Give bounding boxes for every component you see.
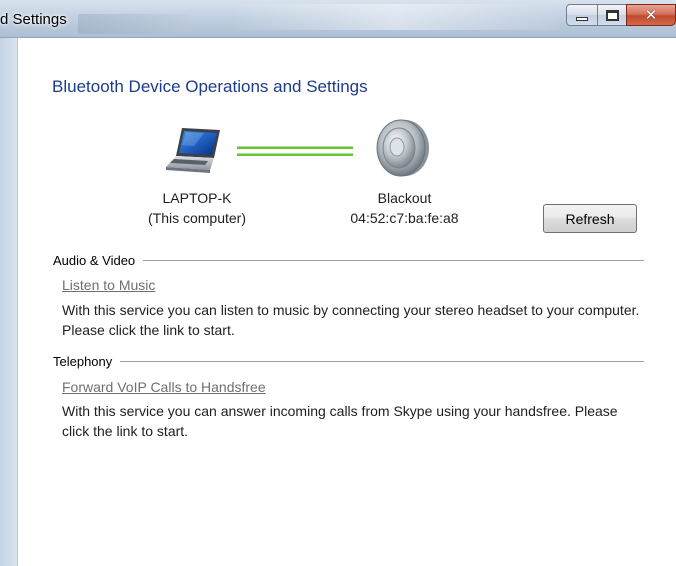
minimize-button[interactable] (566, 4, 598, 26)
listen-to-music-link[interactable]: Listen to Music (62, 277, 155, 293)
section-telephony: Telephony (53, 352, 644, 370)
refresh-button[interactable]: Refresh (543, 204, 637, 233)
title-bar[interactable]: d Settings ✕ (0, 0, 676, 38)
speaker-icon (376, 119, 429, 177)
forward-voip-calls-link[interactable]: Forward VoIP Calls to Handsfree (62, 379, 266, 395)
computer-name: LAPTOP-K (162, 190, 232, 206)
background-window-ghost (78, 14, 190, 34)
section-title: Telephony (53, 353, 113, 369)
device-name: Blackout (377, 190, 432, 206)
connection-indicator (237, 146, 353, 156)
section-divider (143, 259, 644, 261)
close-icon: ✕ (644, 5, 658, 24)
window-title: d Settings (0, 11, 67, 28)
window-frame-left (0, 38, 18, 566)
title-bar-glass (230, 4, 560, 30)
device-info: Blackout 04:52:c7:ba:fe:a8 (337, 188, 472, 228)
laptop-icon (166, 128, 220, 173)
device-address: 04:52:c7:ba:fe:a8 (350, 210, 459, 226)
section-audio-video: Audio & Video (53, 251, 644, 269)
page-title: Bluetooth Device Operations and Settings (52, 77, 368, 96)
maximize-icon (605, 9, 619, 21)
maximize-button[interactable] (597, 4, 627, 26)
computer-info: LAPTOP-K (This computer) (137, 188, 257, 228)
window-controls: ✕ (566, 4, 676, 26)
section-divider (120, 360, 644, 362)
computer-note: (This computer) (147, 210, 247, 226)
service-description: With this service you can answer incomin… (62, 403, 618, 439)
main-content: Bluetooth Device Operations and Settings (19, 39, 676, 566)
close-button[interactable]: ✕ (626, 4, 676, 26)
section-title: Audio & Video (53, 252, 136, 268)
service-description: With this service you can listen to musi… (62, 302, 640, 338)
minimize-icon (576, 17, 588, 21)
